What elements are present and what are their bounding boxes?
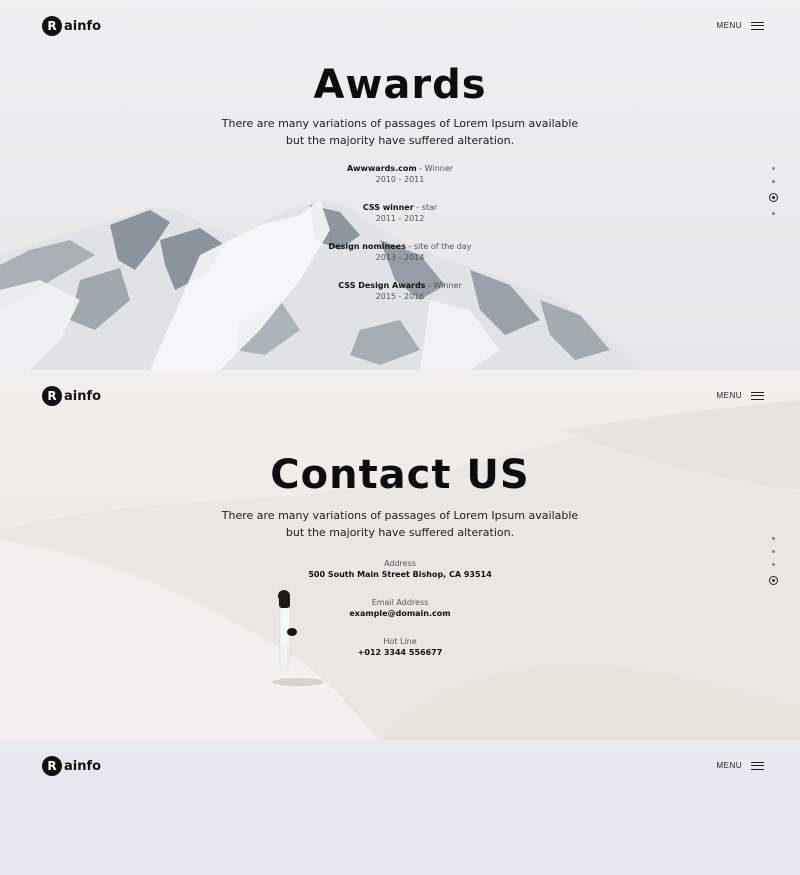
pagination-dot[interactable] bbox=[771, 167, 775, 170]
contact-value: 500 South Main Street Bishop, CA 93514 bbox=[308, 570, 492, 579]
pagination-dot[interactable] bbox=[771, 537, 775, 540]
contact-item: Address 500 South Main Street Bishop, CA… bbox=[0, 558, 800, 580]
award-years: 2010 - 2011 bbox=[375, 175, 425, 184]
page-subtitle: There are many variations of passages of… bbox=[221, 509, 579, 539]
radio-dot-icon[interactable] bbox=[768, 576, 778, 585]
award-role: Winner bbox=[433, 281, 462, 290]
hamburger-icon bbox=[751, 391, 764, 400]
award-item: CSS winner - star 2011 - 2012 bbox=[0, 202, 800, 224]
awards-content: Awards There are many variations of pass… bbox=[0, 62, 800, 302]
brand-logo[interactable]: R ainfo bbox=[42, 756, 101, 776]
menu-button[interactable]: MENU bbox=[716, 21, 764, 30]
menu-label: MENU bbox=[716, 21, 742, 30]
award-years: 2011 - 2012 bbox=[375, 214, 425, 223]
pagination-dot[interactable] bbox=[771, 180, 775, 183]
logo-mark: R bbox=[42, 756, 62, 776]
contact-label: Address bbox=[384, 559, 416, 568]
contact-section: R ainfo MENU Contact US There are many v… bbox=[0, 370, 800, 740]
site-header: R ainfo MENU bbox=[0, 740, 800, 792]
page-subtitle: There are many variations of passages of… bbox=[221, 117, 579, 147]
award-name: Awwwards.com bbox=[346, 164, 417, 173]
site-header: R ainfo MENU bbox=[0, 0, 800, 52]
menu-label: MENU bbox=[716, 761, 742, 770]
award-item: Design nominees - site of the day 2013 -… bbox=[0, 241, 800, 263]
contact-item: Email Address example@domain.com bbox=[0, 597, 800, 619]
contact-item: Hot Line +012 3344 556677 bbox=[0, 636, 800, 658]
award-role: Winner bbox=[424, 164, 454, 173]
menu-button[interactable]: MENU bbox=[716, 761, 764, 770]
menu-label: MENU bbox=[716, 391, 742, 400]
logo-text: ainfo bbox=[64, 18, 102, 34]
pagination-dot[interactable] bbox=[771, 563, 775, 566]
page-title: Contact US bbox=[270, 452, 530, 498]
award-years: 2015 - 2016 bbox=[375, 292, 425, 301]
award-name: CSS Design Awards bbox=[338, 281, 426, 290]
section-pagination bbox=[768, 532, 778, 590]
award-role: star bbox=[421, 203, 438, 212]
contact-phone[interactable]: +012 3344 556677 bbox=[0, 647, 800, 658]
award-name: CSS winner bbox=[362, 203, 414, 212]
section-pagination bbox=[768, 162, 778, 220]
logo-text: ainfo bbox=[64, 388, 102, 404]
award-role: site of the day bbox=[413, 242, 472, 251]
award-item: CSS Design Awards - Winner 2015 - 2016 bbox=[0, 280, 800, 302]
contact-label: Email Address bbox=[371, 598, 429, 607]
brand-logo[interactable]: R ainfo bbox=[42, 386, 101, 406]
radio-dot-icon[interactable] bbox=[768, 193, 778, 202]
page-title: Awards bbox=[313, 62, 487, 108]
awards-section: R ainfo MENU Awards There are many varia… bbox=[0, 0, 800, 370]
hamburger-icon bbox=[751, 761, 764, 770]
next-section: R ainfo MENU bbox=[0, 740, 800, 875]
site-header: R ainfo MENU bbox=[0, 370, 800, 422]
contact-email[interactable]: example@domain.com bbox=[0, 608, 800, 619]
award-name: Design nominees bbox=[328, 242, 406, 251]
pagination-dot[interactable] bbox=[771, 212, 775, 215]
logo-mark: R bbox=[42, 386, 62, 406]
contact-label: Hot Line bbox=[383, 637, 417, 646]
award-years: 2013 - 2014 bbox=[375, 253, 425, 262]
brand-logo[interactable]: R ainfo bbox=[42, 16, 101, 36]
contact-content: Contact US There are many variations of … bbox=[0, 452, 800, 658]
logo-mark: R bbox=[42, 16, 62, 36]
menu-button[interactable]: MENU bbox=[716, 391, 764, 400]
hamburger-icon bbox=[751, 21, 764, 30]
logo-text: ainfo bbox=[64, 758, 102, 774]
pagination-dot[interactable] bbox=[771, 550, 775, 553]
award-item: Awwwards.com - Winner 2010 - 2011 bbox=[0, 163, 800, 185]
